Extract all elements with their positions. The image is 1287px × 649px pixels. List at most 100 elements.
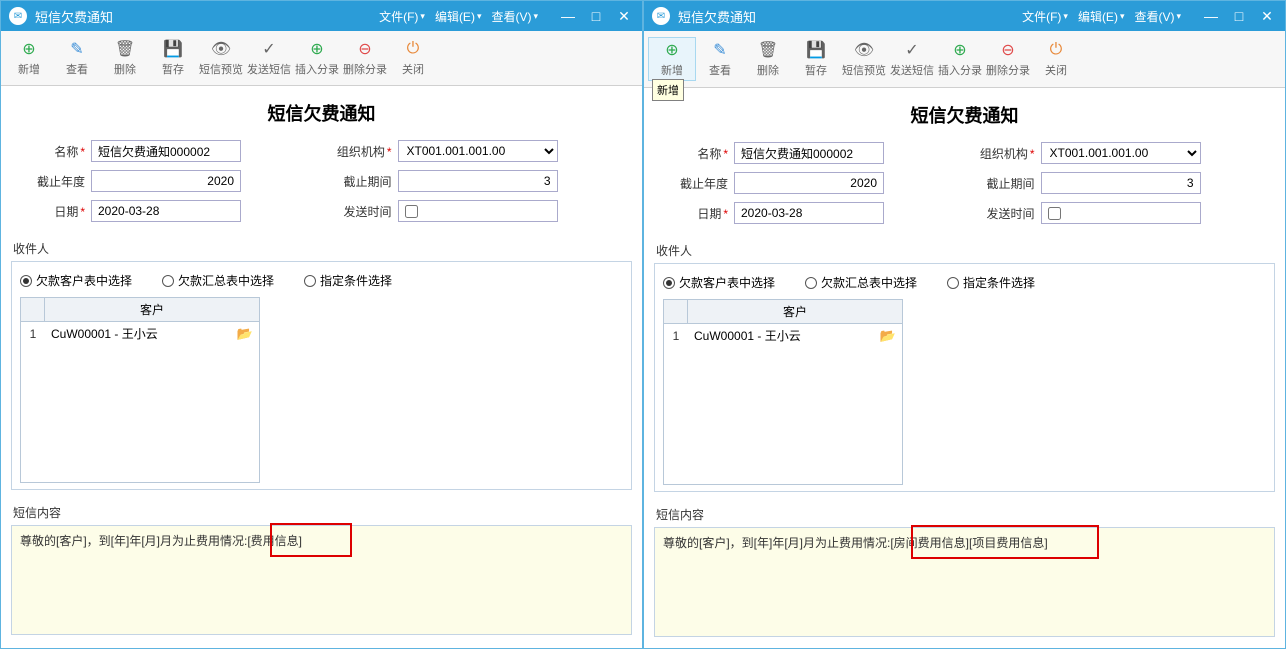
date-input[interactable] (91, 200, 241, 222)
view-button[interactable]: ✎查看 (53, 37, 101, 79)
row-number: 1 (664, 326, 688, 346)
window-controls: — □ ✕ (1201, 6, 1277, 26)
maximize-button[interactable]: □ (586, 6, 606, 26)
edit-icon: ✎ (713, 40, 726, 60)
period-label: 截止期间 (322, 173, 392, 190)
add-button[interactable]: ⊕新增 (5, 37, 53, 79)
delete-button[interactable]: 🗑删除 (101, 37, 149, 79)
name-input[interactable] (91, 140, 241, 162)
grid-row[interactable]: 1 CuW00001 - 王小云 📂 (21, 322, 259, 345)
menu-file[interactable]: 文件(F)▾ (1022, 8, 1068, 25)
menu-view[interactable]: 查看(V)▾ (491, 8, 538, 25)
customer-cell: CuW00001 - 王小云 (51, 325, 158, 342)
sms-text: 尊敬的[客户]，到[年]年[月]月为止费用情况:[费用信息] (20, 534, 302, 548)
window-title: 短信欠费通知 (35, 7, 113, 26)
name-label: 名称* (15, 143, 85, 160)
chevron-down-icon: ▾ (1063, 11, 1068, 22)
date-label: 日期* (15, 203, 85, 220)
minimize-button[interactable]: — (1201, 6, 1221, 26)
menu-file[interactable]: 文件(F)▾ (379, 8, 425, 25)
year-label: 截止年度 (658, 175, 728, 192)
delete-button[interactable]: 🗑删除 (744, 37, 792, 81)
folder-icon[interactable]: 📂 (237, 326, 253, 342)
org-label: 组织机构* (322, 143, 392, 160)
trash-icon: 🗑 (115, 39, 135, 59)
org-select[interactable]: XT001.001.001.00 (1041, 142, 1201, 164)
grid-corner (664, 300, 688, 323)
view-button[interactable]: ✎查看 (696, 37, 744, 81)
window-controls: — □ ✕ (558, 6, 634, 26)
send-button[interactable]: ✓发送短信 (245, 37, 293, 79)
chevron-down-icon: ▾ (1176, 11, 1181, 22)
radio-summary-table[interactable]: 欠款汇总表中选择 (162, 272, 274, 289)
close-button[interactable]: ✕ (614, 6, 634, 26)
close-button[interactable]: ✕ (1257, 6, 1277, 26)
close-form-button[interactable]: ⏻关闭 (1032, 37, 1080, 81)
sms-text: 尊敬的[客户]，到[年]年[月]月为止费用情况:[房间费用信息][项目费用信息] (663, 536, 1048, 550)
minus-circle-icon: ⊖ (358, 39, 371, 59)
check-icon: ✓ (262, 39, 275, 59)
content-area: 短信欠费通知 名称* 组织机构* XT001.001.001.00 截止年度 (644, 88, 1285, 648)
menubar: 文件(F)▾ 编辑(E)▾ 查看(V)▾ (379, 8, 538, 25)
app-icon: ✉ (9, 7, 27, 25)
insert-entry-button[interactable]: ⊕插入分录 (936, 37, 984, 81)
preview-button[interactable]: 👁短信预览 (840, 37, 888, 81)
radio-icon (663, 277, 675, 289)
radio-condition[interactable]: 指定条件选择 (947, 274, 1035, 291)
app-icon: ✉ (652, 7, 670, 25)
menu-edit[interactable]: 编辑(E)▾ (435, 8, 482, 25)
maximize-button[interactable]: □ (1229, 6, 1249, 26)
page-title: 短信欠费通知 (644, 88, 1285, 142)
draft-button[interactable]: 💾暂存 (149, 37, 197, 79)
close-form-button[interactable]: ⏻关闭 (389, 37, 437, 79)
date-input[interactable] (734, 202, 884, 224)
form: 名称* 组织机构* XT001.001.001.00 截止年度 截止期间 (644, 142, 1285, 232)
menu-view[interactable]: 查看(V)▾ (1134, 8, 1181, 25)
radio-summary-table[interactable]: 欠款汇总表中选择 (805, 274, 917, 291)
grid-row[interactable]: 1 CuW00001 - 王小云 📂 (664, 324, 902, 347)
recipients-label: 收件人 (654, 238, 1275, 263)
menubar: 文件(F)▾ 编辑(E)▾ 查看(V)▾ (1022, 8, 1181, 25)
plus-icon: ⊕ (22, 39, 35, 59)
edit-icon: ✎ (70, 39, 83, 59)
grid-header-customer: 客户 (45, 298, 259, 321)
delete-entry-button[interactable]: ⊖删除分录 (984, 37, 1032, 81)
customer-grid: 客户 1 CuW00001 - 王小云 📂 (663, 299, 903, 485)
row-number: 1 (21, 324, 45, 344)
year-input[interactable] (734, 172, 884, 194)
date-label: 日期* (658, 205, 728, 222)
radio-customer-table[interactable]: 欠款客户表中选择 (663, 274, 775, 291)
add-button[interactable]: ⊕新增 (648, 37, 696, 81)
sendtime-field[interactable] (1041, 202, 1201, 224)
sendtime-label: 发送时间 (322, 203, 392, 220)
org-select[interactable]: XT001.001.001.00 (398, 140, 558, 162)
minus-circle-icon: ⊖ (1001, 40, 1014, 60)
org-label: 组织机构* (965, 145, 1035, 162)
chevron-down-icon: ▾ (477, 11, 482, 22)
draft-button[interactable]: 💾暂存 (792, 37, 840, 81)
sendtime-checkbox[interactable] (405, 205, 418, 218)
insert-entry-button[interactable]: ⊕插入分录 (293, 37, 341, 79)
sms-content-label: 短信内容 (654, 502, 1275, 527)
sms-content-panel[interactable]: 尊敬的[客户]，到[年]年[月]月为止费用情况:[房间费用信息][项目费用信息] (654, 527, 1275, 637)
menu-edit[interactable]: 编辑(E)▾ (1078, 8, 1125, 25)
send-button[interactable]: ✓发送短信 (888, 37, 936, 81)
minimize-button[interactable]: — (558, 6, 578, 26)
sms-content-panel[interactable]: 尊敬的[客户]，到[年]年[月]月为止费用情况:[费用信息] (11, 525, 632, 635)
page-title: 短信欠费通知 (1, 86, 642, 140)
period-input[interactable] (1041, 172, 1201, 194)
delete-entry-button[interactable]: ⊖删除分录 (341, 37, 389, 79)
period-input[interactable] (398, 170, 558, 192)
name-input[interactable] (734, 142, 884, 164)
folder-icon[interactable]: 📂 (880, 328, 896, 344)
radio-customer-table[interactable]: 欠款客户表中选择 (20, 272, 132, 289)
content-area: 短信欠费通知 名称* 组织机构* XT001.001.001.00 截止年度 (1, 86, 642, 648)
sendtime-checkbox[interactable] (1048, 207, 1061, 220)
power-icon: ⏻ (407, 39, 420, 59)
preview-button[interactable]: 👁短信预览 (197, 37, 245, 79)
year-input[interactable] (91, 170, 241, 192)
toolbar: ⊕新增 ✎查看 🗑删除 💾暂存 👁短信预览 ✓发送短信 ⊕插入分录 ⊖删除分录 … (644, 31, 1285, 88)
sendtime-field[interactable] (398, 200, 558, 222)
grid-header-customer: 客户 (688, 300, 902, 323)
radio-condition[interactable]: 指定条件选择 (304, 272, 392, 289)
